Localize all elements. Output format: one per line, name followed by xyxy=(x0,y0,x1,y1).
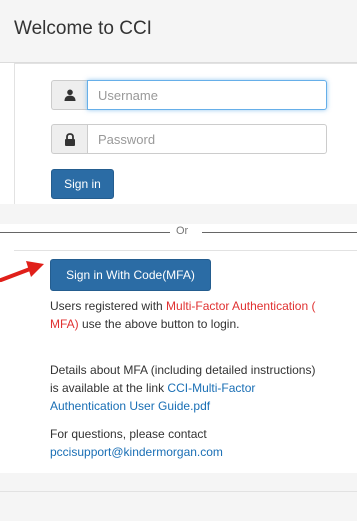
lock-icon xyxy=(51,124,87,154)
mfa-info-text-start: Users registered with xyxy=(50,299,167,313)
page-footer xyxy=(0,473,357,521)
user-icon xyxy=(51,80,87,110)
or-label: Or xyxy=(176,225,189,237)
username-group xyxy=(51,80,327,110)
arrow-icon xyxy=(0,261,44,282)
divider-line-left xyxy=(0,232,170,233)
username-input[interactable] xyxy=(87,80,327,110)
password-group xyxy=(51,124,327,154)
mfa-info-text: Users registered with Multi-Factor Authe… xyxy=(50,297,325,333)
contact-label: For questions, please contact xyxy=(50,427,207,441)
sign-in-button[interactable]: Sign in xyxy=(51,169,114,199)
section-separator xyxy=(0,204,357,224)
contact-text: For questions, please contact pccisuppor… xyxy=(50,425,325,461)
mfa-details-text: Details about MFA (including detailed in… xyxy=(50,361,325,415)
footer-divider xyxy=(0,491,357,492)
mfa-info-text-end: use the above button to login. xyxy=(78,317,240,331)
support-email-link[interactable]: pccisupport@kindermorgan.com xyxy=(50,445,223,459)
page-title: Welcome to CCI xyxy=(14,18,152,39)
login-panel: Sign in xyxy=(14,63,357,205)
password-input[interactable] xyxy=(87,124,327,154)
page-header: Welcome to CCI xyxy=(0,0,357,63)
divider-line-right xyxy=(202,232,357,233)
sign-in-mfa-button[interactable]: Sign in With Code(MFA) xyxy=(50,259,211,291)
or-divider: Or xyxy=(0,224,357,240)
